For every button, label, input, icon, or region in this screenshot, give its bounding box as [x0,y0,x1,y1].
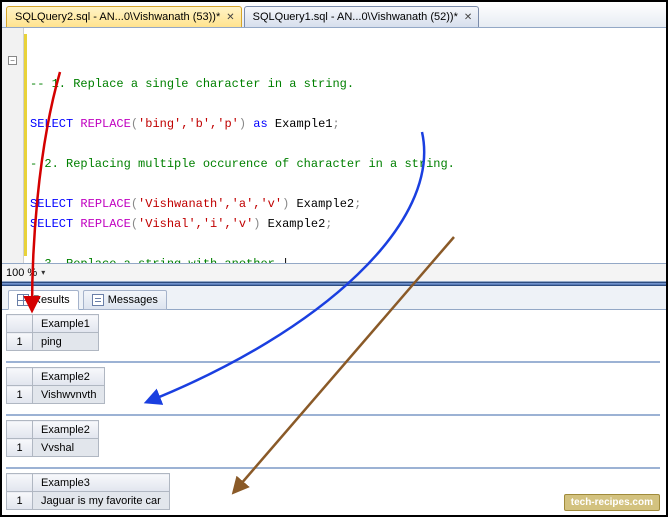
string-args: 'Vishal','i','v' [138,217,253,231]
comment-line: --3. Replace a string with another. [30,257,282,263]
tab-sqlquery2[interactable]: SQLQuery2.sql - AN...0\Vishwanath (53))*… [6,6,242,27]
table-row: Example2 [7,368,105,386]
outline-toggle-icon[interactable]: − [8,56,17,65]
sql-editor: − -- 1. Replace a single character in a … [2,28,666,264]
column-header[interactable]: Example1 [33,315,99,333]
grid-table[interactable]: Example2 1 Vishwvnvth [6,367,105,404]
tab-label: SQLQuery1.sql - AN...0\Vishwanath (52))* [253,11,458,23]
messages-icon [92,294,104,306]
row-header: 1 [7,439,33,457]
outline-gutter: − [2,28,24,263]
grid-table[interactable]: Example3 1 Jaguar is my favorite car [6,473,170,510]
comment-line: -- 1. Replace a single character in a st… [30,77,354,91]
column-header[interactable]: Example2 [33,421,99,439]
string-args: 'Vishwanath','a','v' [138,197,282,211]
comment-line: - 2. Replacing multiple occurence of cha… [30,157,455,171]
row-header: 1 [7,386,33,404]
code-editor[interactable]: -- 1. Replace a single character in a st… [24,28,666,263]
row-header: 1 [7,492,33,510]
grid-corner [7,315,33,333]
zoom-picker[interactable]: 100 % ▾ [2,264,666,282]
table-row[interactable]: 1 Jaguar is my favorite car [7,492,170,510]
close-icon[interactable]: ✕ [226,12,234,23]
cell-value[interactable]: ping [33,333,99,351]
chevron-down-icon[interactable]: ▾ [41,268,45,277]
keyword: SELECT [30,117,73,131]
string-args: 'bing','b','p' [138,117,239,131]
results-pane: Example1 1 ping Example2 1 Vishwvnvth [2,310,666,520]
table-row: Example1 [7,315,99,333]
result-grid: Example1 1 ping [6,314,662,351]
table-row[interactable]: 1 Vishwvnvth [7,386,105,404]
row-header: 1 [7,333,33,351]
grid-corner [7,368,33,386]
document-tabstrip: SQLQuery2.sql - AN...0\Vishwanath (53))*… [2,2,666,28]
grid-separator [6,467,660,469]
close-icon[interactable]: ✕ [464,12,472,23]
watermark-badge: tech-recipes.com [564,494,660,511]
table-row[interactable]: 1 Vvshal [7,439,99,457]
grid-icon [17,294,29,306]
change-marker [24,34,27,256]
table-row: Example2 [7,421,99,439]
tab-label: Results [33,294,70,306]
result-grid: Example2 1 Vishwvnvth [6,367,662,404]
grid-corner [7,421,33,439]
cell-value[interactable]: Vishwvnvth [33,386,105,404]
tab-label: SQLQuery2.sql - AN...0\Vishwanath (53))* [15,11,220,23]
result-grid: Example2 1 Vvshal [6,420,662,457]
column-header[interactable]: Example3 [33,474,170,492]
grid-table[interactable]: Example2 1 Vvshal [6,420,99,457]
table-row[interactable]: 1 ping [7,333,99,351]
function: REPLACE [80,117,130,131]
table-row: Example3 [7,474,170,492]
grid-corner [7,474,33,492]
column-header[interactable]: Example2 [33,368,105,386]
zoom-value: 100 % [6,267,37,279]
cell-value[interactable]: Jaguar is my favorite car [33,492,170,510]
tab-messages[interactable]: Messages [83,290,167,310]
grid-table[interactable]: Example1 1 ping [6,314,99,351]
tab-sqlquery1[interactable]: SQLQuery1.sql - AN...0\Vishwanath (52))*… [244,6,480,27]
cell-value[interactable]: Vvshal [33,439,99,457]
tab-results[interactable]: Results [8,290,79,310]
grid-separator [6,361,660,363]
results-tabstrip: Results Messages [2,286,666,310]
grid-separator [6,414,660,416]
tab-label: Messages [108,294,158,306]
